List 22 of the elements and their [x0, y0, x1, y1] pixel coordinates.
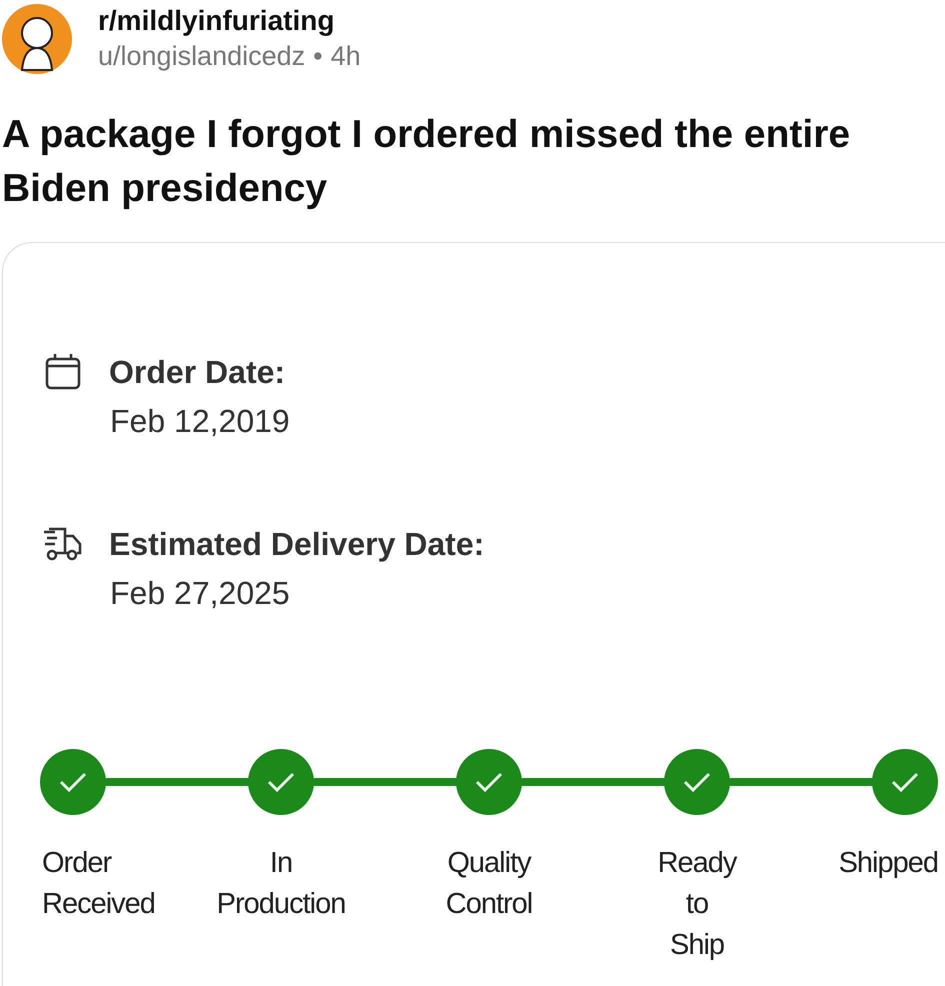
field-label: Estimated Delivery Date:: [109, 525, 484, 564]
post-title: A package I forgot I ordered missed the entire Biden presidency: [1, 112, 852, 212]
subreddit-name[interactable]: r/mildlyinfuriating: [98, 4, 361, 38]
field-value: Feb 27,2025: [110, 574, 291, 613]
post-age: 4h: [330, 40, 361, 73]
step-label: Quality Control: [446, 846, 532, 922]
separator-dot: •: [313, 40, 323, 73]
step-label: Order Received: [42, 846, 155, 922]
check-icon: [475, 771, 503, 793]
field-value: Feb 12,2019: [110, 402, 291, 441]
step-label: In Production: [216, 846, 346, 922]
avatar-icon: [2, 4, 72, 74]
check-icon: [267, 771, 295, 793]
check-icon: [683, 771, 711, 793]
check-icon: [59, 771, 87, 793]
field-label: Order Date:: [109, 353, 286, 392]
author-name[interactable]: u/longislandicedz: [98, 38, 306, 74]
step-label: Ready to Ship: [658, 846, 736, 963]
truck-icon: [43, 527, 83, 561]
step-label: Shipped: [838, 846, 938, 881]
calendar-icon: [44, 353, 82, 391]
check-icon: [891, 771, 919, 793]
